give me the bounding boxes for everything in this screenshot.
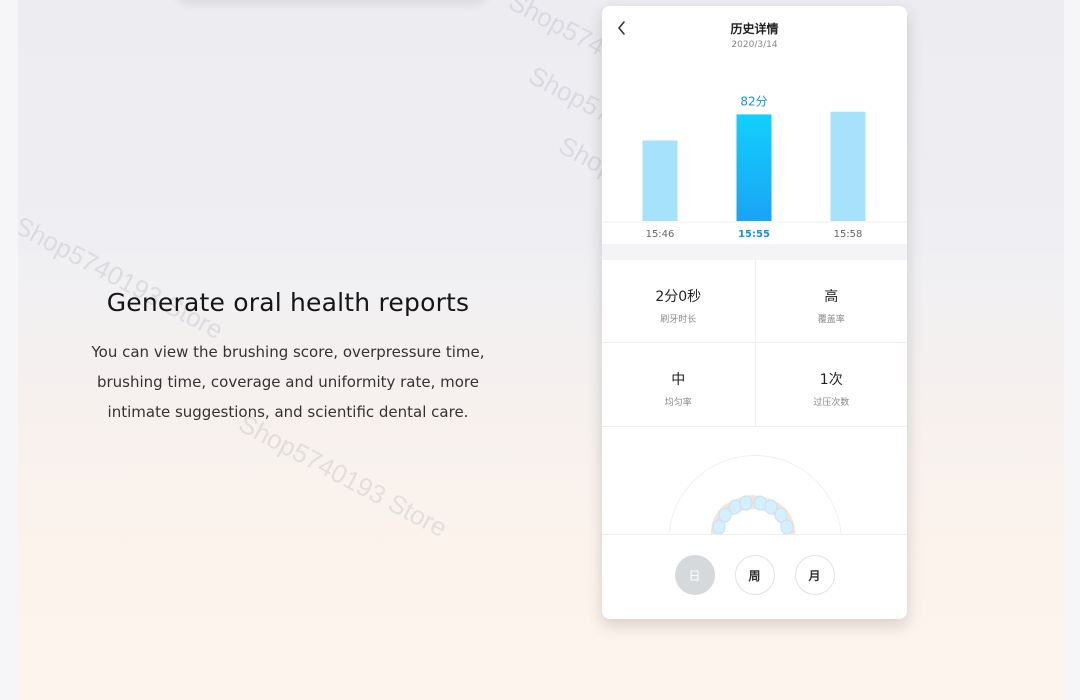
chart-bar[interactable] [736, 114, 772, 221]
period-selector: 日 周 月 [602, 535, 907, 595]
stat-uniformity: 中 均匀率 [602, 343, 755, 426]
feature-title: Generate oral health reports [106, 288, 470, 317]
watermark: Shop5740193 Store [233, 408, 453, 544]
stat-coverage: 高 覆盖率 [754, 260, 907, 343]
score-bar-chart: 15:46 15:55 82分 15:58 [602, 94, 907, 240]
page-title: 历史详情 [730, 22, 779, 36]
chart-tick-label: 15:46 [646, 229, 675, 240]
stat-brushing-duration: 2分0秒 刷牙时长 [602, 260, 755, 343]
chart-bar[interactable] [642, 140, 678, 221]
app-header: 历史详情 2020/3/14 [602, 6, 907, 56]
chart-tick-label: 15:55 [738, 229, 770, 240]
stat-label: 刷牙时长 [660, 315, 697, 325]
feature-description-line: brushing time, coverage and uniformity r… [96, 373, 479, 391]
back-arrow-icon[interactable] [616, 20, 628, 36]
stat-label: 覆盖率 [817, 315, 845, 325]
page-date: 2020/3/14 [731, 40, 778, 50]
period-day-button[interactable]: 日 [674, 555, 715, 595]
feature-copy: Generate oral health reports You can vie… [78, 288, 498, 427]
stat-value: 中 [671, 372, 686, 388]
promo-banner: Shop5740193 Store Shop5740193 Store Shop… [18, 0, 1064, 700]
stat-value: 高 [824, 289, 839, 305]
feature-description-line: You can view the brushing score, overpre… [91, 343, 485, 361]
period-week-button[interactable]: 周 [734, 555, 775, 595]
stat-value: 2分0秒 [655, 289, 702, 305]
stat-label: 均匀率 [664, 398, 692, 408]
chart-bar[interactable] [830, 111, 866, 221]
section-divider [602, 244, 907, 260]
period-month-button[interactable]: 月 [794, 555, 835, 595]
chart-tick-label: 15:58 [834, 229, 863, 240]
chart-data-label: 82分 [740, 94, 767, 108]
stat-label: 过压次数 [813, 398, 850, 408]
stat-overpressure-count: 1次 过压次数 [754, 343, 908, 426]
stats-grid: 2分0秒 刷牙时长 高 覆盖率 中 均匀率 1次 过压次数 [602, 260, 907, 427]
stat-value: 1次 [819, 372, 843, 388]
teeth-diagram [602, 427, 907, 535]
feature-description-line: intimate suggestions, and scientific den… [107, 403, 469, 421]
teeth-icon [711, 495, 795, 534]
phone-screen: 历史详情 2020/3/14 15:46 15:55 82分 15:58 2分0秒 刷… [602, 6, 907, 619]
feature-description: You can view the brushing score, overpre… [78, 337, 498, 427]
